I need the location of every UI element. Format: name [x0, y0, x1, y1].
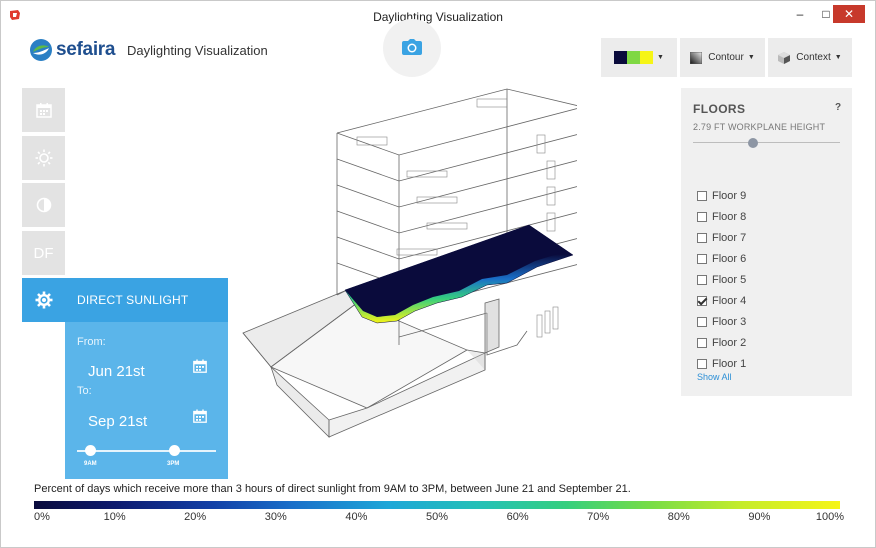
contour-icon	[690, 51, 703, 64]
gear-icon	[35, 291, 52, 309]
sun-icon	[35, 149, 52, 167]
from-date[interactable]: Jun 21st	[88, 363, 145, 380]
floor-checkbox[interactable]	[697, 212, 707, 222]
window-title: Daylighting Visualization	[373, 10, 503, 24]
sun-tool-button[interactable]	[22, 136, 65, 180]
calendar-tool-button[interactable]	[22, 88, 65, 132]
sefaira-logo: sefaira	[29, 37, 115, 63]
time-start-handle[interactable]	[85, 445, 96, 456]
floor-label: Floor 6	[712, 253, 747, 265]
df-label: DF	[33, 244, 54, 262]
floor-checkbox[interactable]	[697, 191, 707, 201]
scale-tick-label: 70%	[587, 511, 610, 523]
close-button[interactable]: ✕	[833, 5, 865, 23]
floor-row[interactable]: Floor 5	[697, 273, 746, 287]
facade-fin	[484, 298, 500, 354]
color-swatch	[627, 51, 641, 64]
time-end-label: 3PM	[167, 461, 180, 467]
title-bar: Daylighting Visualization ‒ □ ✕	[1, 1, 875, 31]
direct-sunlight-panel: DIRECT SUNLIGHT From: Jun 21st To: Sep 2…	[65, 278, 228, 479]
scale-tick-label: 60%	[506, 511, 529, 523]
time-end-handle[interactable]	[169, 445, 180, 456]
to-label: To:	[77, 385, 92, 397]
floor-checkbox[interactable]	[697, 233, 707, 243]
floor-checkbox[interactable]	[697, 254, 707, 264]
color-scheme-dropdown[interactable]: ▼	[601, 38, 677, 77]
floor-label: Floor 7	[712, 232, 747, 244]
help-icon[interactable]: ?	[835, 102, 841, 113]
time-range-slider[interactable]	[77, 450, 216, 452]
scale-tick-label: 20%	[184, 511, 207, 523]
from-calendar-icon[interactable]	[193, 359, 207, 373]
caret-down-icon: ▼	[657, 54, 664, 61]
minimize-button[interactable]: ‒	[787, 5, 813, 23]
color-swatch	[640, 51, 654, 64]
color-swatch	[614, 51, 628, 64]
floor-label: Floor 4	[712, 295, 747, 307]
caret-down-icon: ▼	[747, 54, 755, 61]
direct-sunlight-title: DIRECT SUNLIGHT	[65, 278, 228, 322]
floor-label: Floor 5	[712, 274, 747, 286]
contrast-tool-button[interactable]	[22, 183, 65, 227]
to-date[interactable]: Sep 21st	[88, 413, 147, 430]
floors-panel: FLOORS ? 2.79 FT WORKPLANE HEIGHT Floor …	[681, 88, 852, 396]
floors-title: FLOORS	[693, 102, 746, 116]
legend-caption: Percent of days which receive more than …	[34, 483, 631, 495]
camera-icon	[402, 39, 422, 55]
direct-sunlight-button[interactable]	[22, 278, 65, 322]
color-scale-bar	[34, 501, 840, 509]
caret-down-icon: ▼	[834, 54, 842, 61]
scale-tick-label: 10%	[103, 511, 126, 523]
floor-row[interactable]: Floor 3	[697, 315, 746, 329]
contrast-icon	[36, 197, 51, 213]
scale-tick-label: 80%	[667, 511, 690, 523]
brand-name: sefaira	[56, 39, 116, 60]
scale-tick-label: 90%	[748, 511, 771, 523]
floor-checkbox[interactable]	[697, 317, 707, 327]
floor-row[interactable]: Floor 2	[697, 336, 746, 350]
screenshot-button[interactable]	[383, 19, 441, 77]
floor-checkbox[interactable]	[697, 359, 707, 369]
floor-checkbox[interactable]	[697, 275, 707, 285]
scale-tick-label: 50%	[425, 511, 449, 523]
floor-row[interactable]: Floor 1	[697, 357, 746, 371]
floor-row[interactable]: Floor 8	[697, 210, 746, 224]
workplane-height-label: 2.79 FT WORKPLANE HEIGHT	[693, 122, 826, 132]
building-3d-viewport[interactable]	[237, 85, 577, 457]
floor-label: Floor 9	[712, 190, 747, 202]
calendar-icon	[35, 103, 52, 118]
context-label: Context	[796, 52, 831, 63]
floor-label: Floor 1	[712, 358, 747, 370]
from-label: From:	[77, 336, 106, 348]
floor-row[interactable]: Floor 7	[697, 231, 746, 245]
scale-tick-label: 100%	[815, 511, 845, 523]
floor-row[interactable]: Floor 9	[697, 189, 746, 203]
scale-tick-label: 0%	[34, 511, 50, 523]
time-start-label: 9AM	[84, 461, 97, 467]
floor-4-heatmap	[344, 224, 574, 324]
floor-label: Floor 8	[712, 211, 747, 223]
floor-label: Floor 3	[712, 316, 747, 328]
cube-icon	[778, 51, 791, 64]
workplane-height-handle[interactable]	[748, 138, 758, 148]
contour-dropdown[interactable]: Contour ▼	[680, 38, 765, 77]
scale-tick-label: 30%	[264, 511, 287, 523]
contour-label: Contour	[708, 52, 744, 63]
context-dropdown[interactable]: Context ▼	[768, 38, 852, 77]
daylight-factor-button[interactable]: DF	[22, 231, 65, 275]
app-window: Daylighting Visualization ‒ □ ✕ sefaira …	[0, 0, 876, 548]
to-calendar-icon[interactable]	[193, 409, 207, 423]
floor-row[interactable]: Floor 4	[697, 294, 746, 308]
floor-label: Floor 2	[712, 337, 747, 349]
sefaira-logo-icon	[30, 39, 52, 61]
floor-checkbox[interactable]	[697, 296, 707, 306]
show-all-link[interactable]: Show All	[697, 372, 732, 382]
page-title: Daylighting Visualization	[127, 43, 268, 58]
scale-tick-label: 40%	[345, 511, 368, 523]
floor-row[interactable]: Floor 6	[697, 252, 746, 266]
workplane-height-slider[interactable]	[693, 142, 840, 143]
floor-checkbox[interactable]	[697, 338, 707, 348]
